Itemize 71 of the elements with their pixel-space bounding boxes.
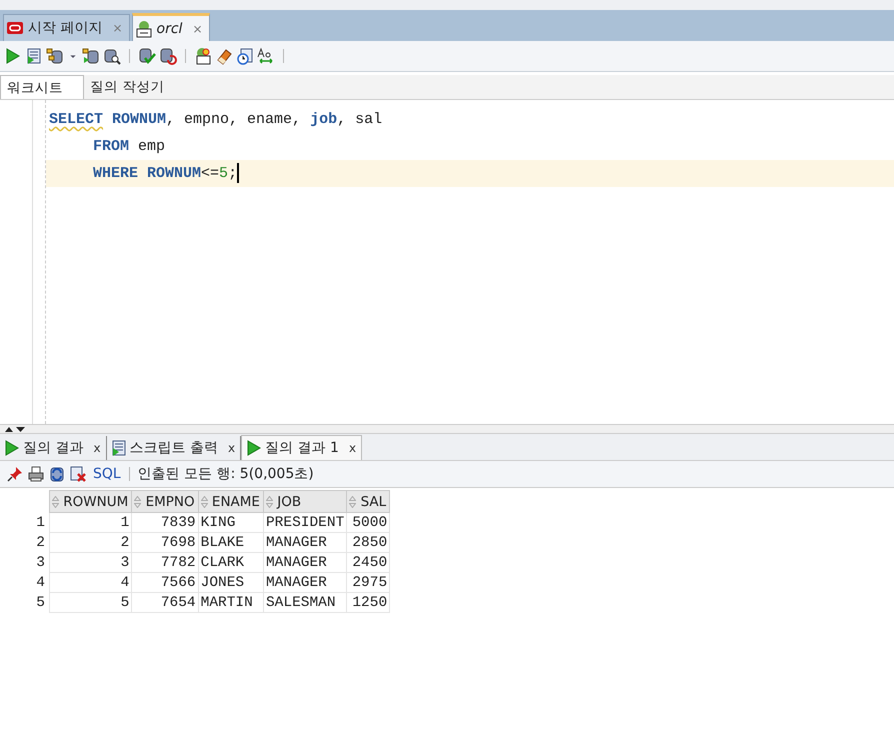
close-icon[interactable]: x: [348, 441, 356, 455]
printer-icon[interactable]: [27, 465, 45, 483]
letters-arrows-icon[interactable]: [257, 47, 275, 65]
play-icon[interactable]: [4, 47, 22, 65]
document-play-icon[interactable]: [110, 439, 128, 457]
table-cell: 2450: [346, 552, 390, 572]
table-cell: MANAGER: [263, 552, 347, 572]
table-cell: 7566: [132, 572, 198, 592]
table-cell: 5000: [346, 512, 390, 532]
row-number: 1: [0, 512, 50, 532]
table-cell: KING: [198, 512, 264, 532]
close-icon[interactable]: x: [228, 441, 236, 455]
table-cell: 4: [50, 572, 132, 592]
column-header[interactable]: EMPNO: [132, 490, 198, 512]
table-cell: CLARK: [198, 552, 264, 572]
sql-star-icon[interactable]: [194, 47, 212, 65]
table-cell: SALESMAN: [263, 592, 347, 612]
database-tree-icon[interactable]: [46, 47, 64, 65]
table-cell: BLAKE: [198, 532, 264, 552]
document-play-icon[interactable]: [25, 47, 43, 65]
database-search-icon[interactable]: [103, 47, 121, 65]
clock-document-icon[interactable]: [236, 47, 254, 65]
editor-tab[interactable]: 워크시트: [0, 75, 84, 99]
document-tab[interactable]: 시작 페이지 ×: [3, 14, 130, 41]
document-tab[interactable]: orcl ×: [132, 13, 210, 41]
table-cell: 1: [50, 512, 132, 532]
table-cell: JONES: [198, 572, 264, 592]
column-header[interactable]: ROWNUM: [50, 490, 132, 512]
table-cell: PRESIDENT: [263, 512, 347, 532]
splitter-arrows-icon[interactable]: [4, 426, 26, 432]
row-number: 5: [0, 592, 50, 612]
table-cell: 7839: [132, 512, 198, 532]
table-cell: 5: [50, 592, 132, 612]
table-cell: 1250: [346, 592, 390, 612]
table-cell: MANAGER: [263, 572, 347, 592]
column-header[interactable]: ENAME: [198, 490, 264, 512]
database-undo-icon[interactable]: [159, 47, 177, 65]
table-cell: MARTIN: [198, 592, 264, 612]
status-text: 인출된 모든 행: 5(0,005초): [138, 465, 314, 483]
refresh-database-icon[interactable]: [48, 465, 66, 483]
row-number: 3: [0, 552, 50, 572]
table-cell: 3: [50, 552, 132, 572]
eraser-icon[interactable]: [215, 47, 233, 65]
code-line: FROM emp: [92, 137, 166, 157]
table-cell: 2850: [346, 532, 390, 552]
row-number: 2: [0, 532, 50, 552]
table-cell: 7782: [132, 552, 198, 572]
table-cell: 2975: [346, 572, 390, 592]
database-check-icon[interactable]: [138, 47, 156, 65]
table-cell: 7698: [132, 532, 198, 552]
play-icon[interactable]: [245, 439, 264, 457]
table-cell: 2: [50, 532, 132, 552]
row-number: 4: [0, 572, 50, 592]
sql-button[interactable]: SQL: [93, 466, 121, 482]
oracle-logo-icon[interactable]: [6, 19, 24, 37]
play-icon[interactable]: [3, 439, 21, 457]
column-header[interactable]: JOB: [263, 490, 347, 512]
result-tab[interactable]: 질의 결과 1 x: [241, 435, 362, 460]
code-line: SELECT ROWNUM, empno, ename, job, sal: [48, 110, 384, 130]
result-tab[interactable]: 스크립트 출력 x: [106, 436, 242, 460]
document-delete-icon[interactable]: [69, 465, 87, 483]
editor-tab[interactable]: 질의 작성기: [84, 75, 174, 99]
close-icon[interactable]: ×: [192, 22, 202, 36]
close-icon[interactable]: x: [93, 441, 101, 455]
pin-icon[interactable]: [6, 465, 24, 483]
sql-database-icon[interactable]: [134, 20, 153, 38]
table-cell: MANAGER: [263, 532, 347, 552]
result-tab[interactable]: 질의 결과 x: [0, 436, 107, 460]
column-header[interactable]: SAL: [346, 490, 390, 512]
database-tree-icon[interactable]: [82, 47, 100, 65]
table-cell: 7654: [132, 592, 198, 612]
